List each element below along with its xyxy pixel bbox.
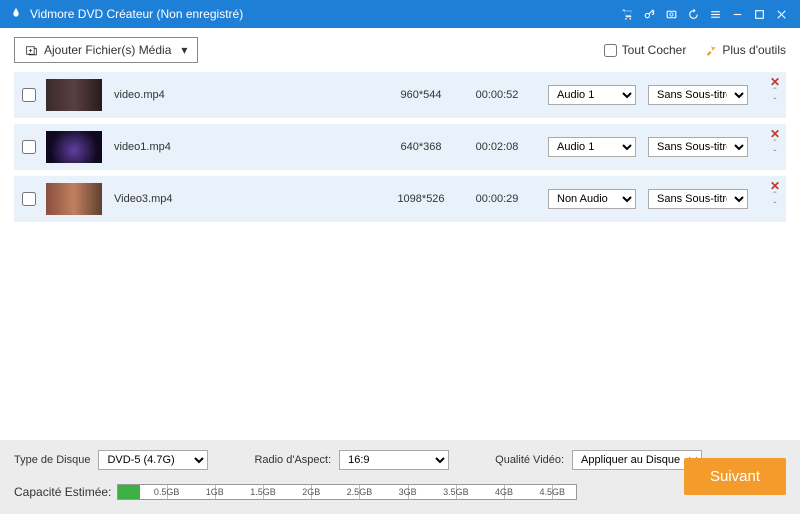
key-icon[interactable]	[638, 3, 660, 25]
footer: Type de Disque DVD-5 (4.7G) Radio d'Aspe…	[0, 440, 800, 514]
add-file-icon	[25, 44, 38, 57]
titlebar: Vidmore DVD Créateur (Non enregistré)	[0, 0, 800, 28]
close-icon[interactable]	[770, 3, 792, 25]
media-row: Video3.mp4 1098*526 00:00:29 Non Audio S…	[14, 176, 786, 222]
capacity-tick-label: 2GB	[302, 487, 320, 497]
file-name: video.mp4	[108, 89, 288, 101]
capacity-tick-label: 4GB	[495, 487, 513, 497]
menu-icon[interactable]	[704, 3, 726, 25]
tools-icon	[704, 44, 717, 57]
audio-select[interactable]: Non Audio	[548, 189, 636, 209]
row-checkbox[interactable]	[22, 192, 36, 206]
disc-type-select[interactable]: DVD-5 (4.7G)	[98, 450, 208, 470]
quality-select[interactable]: Appliquer au Disque	[572, 450, 702, 470]
more-tools-label: Plus d'outils	[722, 43, 786, 57]
add-media-label: Ajouter Fichier(s) Média	[44, 43, 171, 57]
capacity-bar: 0.5GB 1GB 1.5GB 2GB 2.5GB 3GB 3.5GB 4GB 4.5GB	[117, 484, 577, 500]
disc-icon[interactable]	[660, 3, 682, 25]
disc-type-label: Type de Disque	[14, 454, 90, 466]
thumbnail[interactable]	[46, 131, 102, 163]
check-all-checkbox[interactable]	[604, 44, 617, 57]
row-checkbox[interactable]	[22, 140, 36, 154]
cart-icon[interactable]	[616, 3, 638, 25]
thumbnail[interactable]	[46, 79, 102, 111]
audio-select[interactable]: Audio 1	[548, 137, 636, 157]
subtitle-select[interactable]: Sans Sous-titres	[648, 137, 748, 157]
thumbnail[interactable]	[46, 183, 102, 215]
media-list: video.mp4 960*544 00:00:52 Audio 1 Sans …	[0, 72, 800, 222]
subtitle-select[interactable]: Sans Sous-titres	[648, 189, 748, 209]
app-logo-icon	[8, 6, 24, 22]
capacity-tick-label: 1.5GB	[250, 487, 276, 497]
minimize-icon[interactable]	[726, 3, 748, 25]
media-row: video.mp4 960*544 00:00:52 Audio 1 Sans …	[14, 72, 786, 118]
aspect-label: Radio d'Aspect:	[254, 454, 331, 466]
resolution: 960*544	[386, 89, 456, 101]
add-media-button[interactable]: Ajouter Fichier(s) Média ▾	[14, 37, 198, 63]
file-name: video1.mp4	[108, 141, 288, 153]
chevron-down-icon: ▾	[181, 43, 187, 57]
file-name: Video3.mp4	[108, 193, 288, 205]
capacity-tick-label: 1GB	[206, 487, 224, 497]
more-tools-button[interactable]: Plus d'outils	[704, 43, 786, 57]
capacity-fill	[118, 485, 140, 499]
capacity-tick-label: 2.5GB	[347, 487, 373, 497]
history-icon[interactable]	[682, 3, 704, 25]
capacity-tick-label: 3GB	[399, 487, 417, 497]
next-button[interactable]: Suivant	[684, 458, 786, 495]
quality-label: Qualité Vidéo:	[495, 454, 564, 466]
resolution: 1098*526	[386, 193, 456, 205]
duration: 00:00:29	[462, 193, 532, 205]
capacity-tick-label: 3.5GB	[443, 487, 469, 497]
resolution: 640*368	[386, 141, 456, 153]
maximize-icon[interactable]	[748, 3, 770, 25]
row-checkbox[interactable]	[22, 88, 36, 102]
capacity-tick-label: 4.5GB	[540, 487, 566, 497]
move-down-icon[interactable]: ˇ	[773, 202, 776, 212]
media-row: video1.mp4 640*368 00:02:08 Audio 1 Sans…	[14, 124, 786, 170]
subtitle-select[interactable]: Sans Sous-titres	[648, 85, 748, 105]
move-down-icon[interactable]: ˇ	[773, 150, 776, 160]
check-all-toggle[interactable]: Tout Cocher	[604, 43, 687, 57]
duration: 00:00:52	[462, 89, 532, 101]
window-title: Vidmore DVD Créateur (Non enregistré)	[30, 7, 243, 21]
check-all-label: Tout Cocher	[622, 43, 687, 57]
capacity-tick-label: 0.5GB	[154, 487, 180, 497]
duration: 00:02:08	[462, 141, 532, 153]
audio-select[interactable]: Audio 1	[548, 85, 636, 105]
toolbar: Ajouter Fichier(s) Média ▾ Tout Cocher P…	[0, 28, 800, 72]
move-down-icon[interactable]: ˇ	[773, 98, 776, 108]
capacity-label: Capacité Estimée:	[14, 485, 111, 499]
aspect-select[interactable]: 16:9	[339, 450, 449, 470]
